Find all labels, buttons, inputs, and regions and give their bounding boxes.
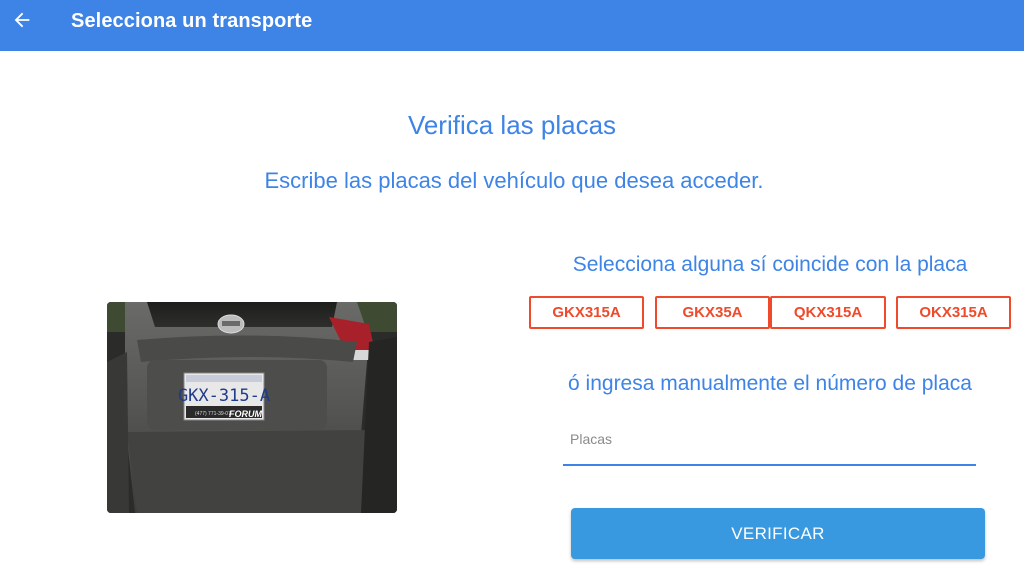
plate-option-3[interactable]: QKX315A [770, 296, 886, 329]
plate-text: GKX-315-A [178, 386, 270, 406]
page-subtitle: Escribe las placas del vehículo que dese… [264, 168, 764, 193]
dealer-logo: FORUM [229, 409, 262, 419]
plate-option-2[interactable]: GKX35A [655, 296, 770, 329]
plate-option-1[interactable]: GKX315A [529, 296, 644, 329]
dealer-phone: (477) 771-39-07 [195, 411, 231, 417]
page-title: Verifica las placas [407, 110, 617, 140]
appbar-title: Selecciona un transporte [71, 10, 313, 32]
arrow-left-icon [14, 12, 30, 28]
suggestions-label: Selecciona alguna sí coincide con la pla… [572, 253, 968, 276]
manual-entry-label: ó ingresa manualmente el número de placa [568, 372, 972, 395]
vehicle-photo: GKX-315-A (477) 771-39-07 FORUM [107, 302, 397, 513]
plate-input[interactable] [563, 420, 970, 458]
plate-input-field [563, 420, 976, 466]
plate-suggestions: GKX315A GKX35A QKX315A OKX315A [529, 296, 1011, 332]
verify-button[interactable]: VERIFICAR [571, 508, 985, 559]
vehicle-photo-illustration: GKX-315-A (477) 771-39-07 FORUM [107, 302, 397, 513]
plate-option-4[interactable]: OKX315A [896, 296, 1011, 329]
app-bar: Selecciona un transporte [0, 0, 1024, 51]
back-button[interactable] [8, 6, 36, 34]
